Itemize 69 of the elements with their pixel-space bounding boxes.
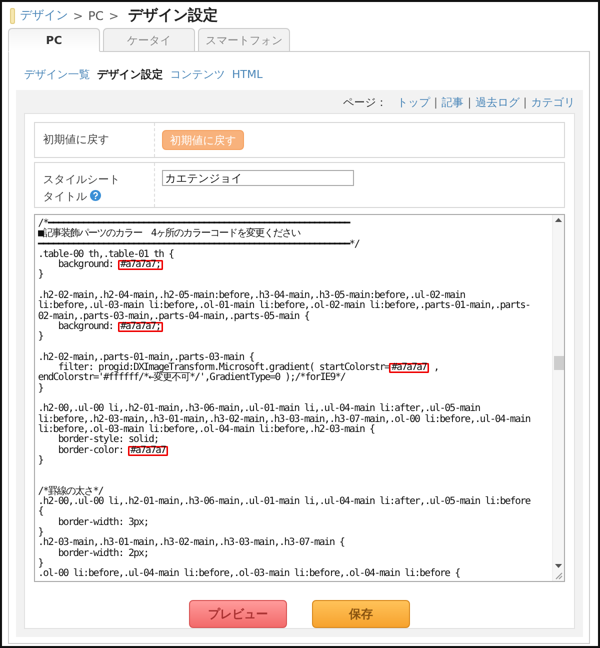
code-text: , (432, 362, 439, 374)
code-editor[interactable] (34, 214, 565, 582)
subnav-link[interactable]: HTML (232, 68, 263, 80)
tab[interactable]: スマートフォン (198, 28, 290, 52)
code-line: .h2-03-main,.h3-01-main,.h3-02-main,.h3-03-main,.h3-07-main { (38, 538, 346, 548)
page-label: ページ： (342, 94, 387, 110)
highlighted-color-code: #a7a7a7; (118, 322, 162, 332)
subnav-link[interactable]: コンテンツ (170, 66, 225, 82)
code-line: filter: progid:DXImageTransform.Microsoft.gradient( startColorstr= (58, 362, 390, 374)
code-line: background: (58, 320, 114, 332)
code-line: border-style: solid; (57, 435, 160, 446)
code-line: background: (57, 259, 114, 270)
link-separator: | (523, 96, 527, 108)
scroll-down-icon[interactable] (555, 564, 562, 568)
link-separator: | (468, 96, 472, 108)
help-icon[interactable] (90, 190, 101, 201)
scrollbar-thumb[interactable] (554, 356, 564, 370)
code-line: li:before,.ul-03-main li:before,.ol-01-main li:before,.ol-02-main li:before,.parts-01-main,.parts- (38, 301, 532, 312)
scroll-up-icon[interactable] (555, 218, 562, 222)
preview-button[interactable]: プレビュー (189, 600, 287, 628)
code-line: endColorstr='#ffffff/*←変更不可*/',GradientType=0 );/*forIE9*/ (38, 373, 346, 384)
page-link[interactable]: トップ (396, 94, 430, 110)
code-line: li:before,.ol-03-main li:before,.ol-04-main li:before,.h2-03-main { (38, 424, 376, 435)
code-line: } (38, 558, 44, 569)
link-separator: | (434, 96, 438, 108)
code-line: } (38, 456, 44, 466)
code-line: .h2-00,.ul-00 li,.h2-01-main,.h3-06-main,.ul-01-main li,.ul-04-main li:after,.ul-05-main (38, 404, 480, 414)
code-line: } (38, 384, 44, 394)
row-label: スタイルシート (43, 173, 120, 186)
highlighted-color-code: #a7a7a7; (118, 260, 162, 270)
page-title: デザイン設定 (128, 6, 218, 25)
resize-grip-icon[interactable] (555, 572, 563, 580)
code-line: .h2-00,.ul-00 li,.h2-01-main,.h3-06-main,.ul-01-main li,.ul-04-main li:after,.ul-05-main li:before (38, 497, 532, 508)
breadcrumb-marker (10, 8, 15, 24)
breadcrumb-item: PC (88, 8, 104, 22)
code-line: } (38, 270, 44, 281)
breadcrumb-separator: > (108, 8, 119, 22)
highlighted-color-code: #a7a7a7 (389, 363, 429, 374)
code-line: .h2-02-main,.parts-01-main,.parts-03-main { (38, 352, 254, 363)
subnav-link[interactable]: デザイン一覧 (24, 66, 90, 82)
breadcrumb-separator: > (73, 8, 84, 22)
code-line: /*━━━━━━━━━━━━━━━━━━━━━━━━━━━━━━━━━━━━━━━━━━━━━━━━━━━━━━━━━━━━ (38, 219, 351, 229)
code-line: } (38, 332, 44, 343)
code-line: ━━━━━━━━━━━━━━━━━━━━━━━━━━━━━━━━━━━━━━━━━━━━━━━━━━━━━━━━━━━━━━*/ (38, 240, 360, 250)
code-line: .table-00 th,.table-01 th { (38, 250, 175, 260)
row-label: 初期値に戻す (43, 133, 109, 146)
code-line: /*罫線の太さ*/ (38, 486, 104, 497)
code-line: li:before,.h2-03-main,.h3-01-main,.h3-02-main,.h3-03-main,.h3-07-main,.ol-00 li:before,.ul-04-main (38, 414, 532, 425)
highlighted-color-code: #a7a7a7 (128, 446, 168, 456)
code-line: .ol-00 li:before,.ul-04-main li:before,.ol-03-main li:before,.ol-04-main li:before { (38, 569, 461, 580)
page-link[interactable]: 記事 (442, 94, 464, 110)
code-line: 02-main,.parts-03-main,.parts-04-main,.parts-05-main { (38, 312, 310, 322)
code-line: ■記事装飾パーツのカラー 4ヶ所のカラーコードを変更ください (38, 229, 302, 240)
code-line: border-color: (57, 444, 124, 456)
tab[interactable]: ケータイ (103, 28, 195, 52)
page-link[interactable]: 過去ログ (475, 94, 520, 110)
code-line: border-width: 3px; (57, 518, 150, 528)
row-label: タイトル (43, 190, 87, 203)
code-line: border-width: 2px; (57, 548, 150, 559)
code-line: } (38, 528, 44, 538)
title-input[interactable]: カエテンジョイ (162, 170, 354, 186)
save-button[interactable]: 保存 (312, 600, 410, 628)
page-link[interactable]: カテゴリ (531, 94, 575, 110)
code-line: { (38, 507, 44, 518)
scrollbar[interactable] (552, 215, 564, 581)
tab[interactable]: PC (8, 28, 100, 52)
subnav-link[interactable]: デザイン設定 (97, 66, 163, 82)
breadcrumb-link[interactable]: デザイン (20, 7, 68, 24)
code-line: .h2-02-main,.h2-04-main,.h2-05-main:before,.h3-04-main,.h3-05-main:before,.ul-02-main (38, 291, 465, 302)
